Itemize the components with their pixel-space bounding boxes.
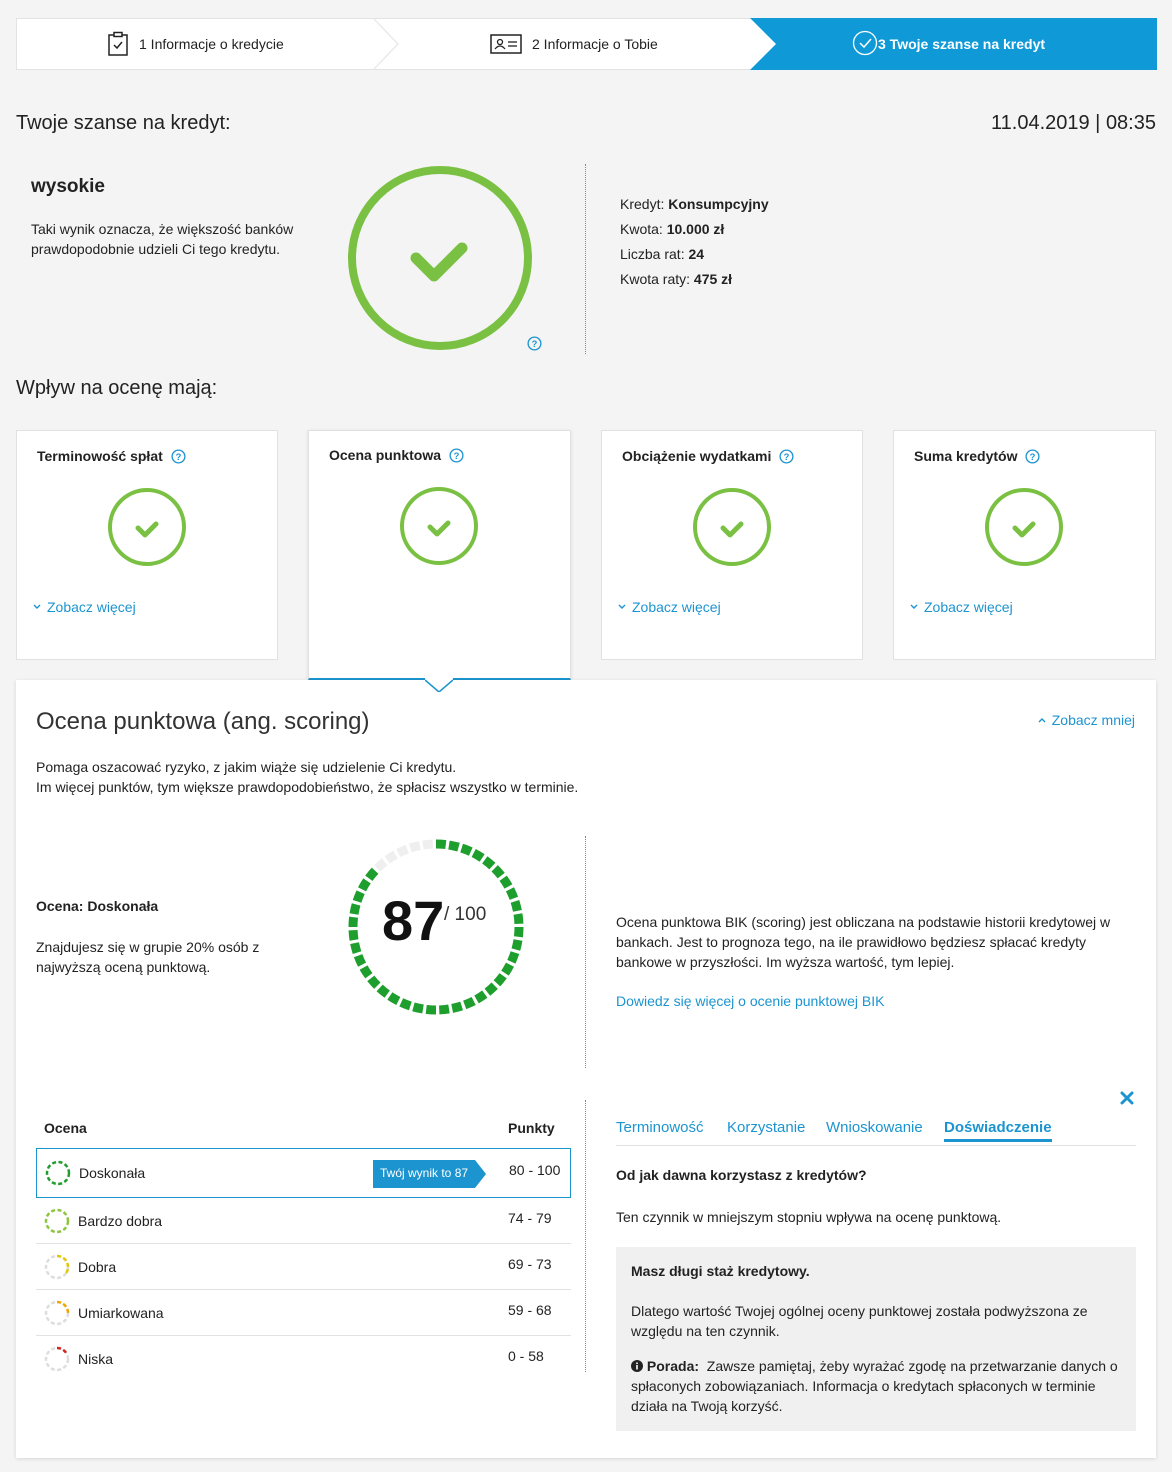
svg-text:?: ? [175,452,181,462]
rating-points: 59 - 68 [508,1302,552,1318]
help-icon[interactable]: ? [449,447,464,463]
chevron-down-icon [33,604,41,609]
check-circle-icon [852,30,878,59]
divider [585,836,586,1068]
success-check-icon [985,488,1063,566]
rating-name: Niska [78,1350,114,1367]
step-label: 1 Informacje o kredycie [139,36,284,52]
col-header-points: Punkty [508,1120,555,1136]
info-icon [631,1360,643,1372]
score-max: / 100 [444,904,487,925]
dashed-ring-icon [45,1160,71,1186]
scale-row-umiarkowana: Umiarkowana 59 - 68 [36,1289,571,1335]
tip-label: Porada: [646,1358,700,1374]
tip-text: Porada: Zawsze pamiętaj, żeby wyrażać zg… [631,1358,1118,1414]
result-description: Taki wynik oznacza, że większość banków … [31,221,294,257]
rating-points: 0 - 58 [508,1348,544,1364]
success-check-icon [108,488,186,566]
rating-label: Ocena: Doskonała [36,898,159,914]
detail-row: Kwota: 10.000 zł [620,221,725,237]
help-icon[interactable]: ? [527,336,542,351]
score-value: 87 [382,889,445,952]
panel-pointer [425,672,453,692]
datetime: 11.04.2019 | 08:35 [991,112,1156,134]
divider [585,1100,586,1372]
dashed-ring-icon [44,1208,70,1234]
your-score-badge-text: Twój wynik to 87 [380,1166,469,1180]
success-check-icon [400,487,478,565]
svg-text:?: ? [454,451,460,461]
scale-row-doskonala: Doskonała Twój wynik to 87 80 - 100 [36,1148,571,1198]
dashed-ring-icon [44,1300,70,1326]
bik-description: Ocena punktowa BIK (scoring) jest oblicz… [616,914,1111,970]
step-separator [373,19,399,69]
divider [585,164,586,354]
rating-points: 74 - 79 [508,1210,552,1226]
panel-title: Ocena punktowa (ang. scoring) [36,708,370,735]
see-more-link[interactable]: Zobacz więcej [618,599,721,615]
card-title: Terminowość spłat [37,448,163,464]
help-icon[interactable]: ? [1025,448,1041,464]
see-more-link[interactable]: Zobacz więcej [33,599,136,615]
factor-impact: Ten czynnik w mniejszym stopniu wpływa n… [616,1209,1002,1225]
detail-row: Kwota raty: 475 zł [620,271,733,287]
rating-description: Znajdujesz się w grupie 20% osób z najwy… [36,939,260,975]
big-success-check-icon [348,166,532,350]
id-card-icon [490,34,522,54]
bik-learn-more-link[interactable]: Dowiedz się więcej o ocenie punktowej BI… [616,993,884,1009]
card-title: Suma kredytów [914,448,1018,464]
scale-row-dobra: Dobra 69 - 73 [36,1243,571,1289]
dashed-ring-icon [44,1346,70,1372]
step-chances[interactable]: 3 Twoje szanse na kredyt [852,19,1045,69]
factor-card-terminowosc[interactable]: Terminowość spłat ? Zobacz więcej [16,430,278,660]
scale-row-bardzo-dobra: Bardzo dobra 74 - 79 [36,1198,571,1244]
dashed-ring-icon [44,1254,70,1280]
help-icon[interactable]: ? [171,448,186,464]
factor-card-suma-kredytow[interactable]: Suma kredytów ? Zobacz więcej [893,430,1156,660]
step-label: 2 Informacje o Tobie [532,36,658,52]
credit-details: Kredyt: Konsumpcyjny Kwota: 10.000 zł Li… [620,192,769,292]
svg-text:?: ? [532,339,538,349]
info-box-title: Masz długi staż kredytowy. [631,1263,810,1279]
step-credit-info[interactable]: 1 Informacje o kredycie [107,19,284,69]
detail-row: Liczba rat: 24 [620,246,705,262]
step-label: 3 Twoje szanse na kredyt [878,36,1046,52]
card-title: Obciążenie wydatkami [622,448,772,464]
factor-question: Od jak dawna korzystasz z kredytów? [616,1167,867,1183]
chevron-up-icon [1038,718,1046,723]
progress-stepper: 1 Informacje o kredycie 2 Informacje o T… [16,18,1157,70]
factor-card-obciazenie[interactable]: Obciążenie wydatkami ? Zobacz więcej [601,430,863,660]
factor-card-ocena-punktowa[interactable]: Ocena punktowa ? [308,430,571,680]
rating-name: Doskonała [79,1165,146,1181]
success-check-icon [693,488,771,566]
col-header-rating: Ocena [44,1120,87,1136]
svg-text:?: ? [1030,452,1036,462]
info-box-text: Dlatego wartość Twojej ogólnej oceny pun… [631,1303,1088,1339]
close-icon[interactable] [1120,1091,1134,1105]
chances-heading: Twoje szanse na kredyt: [16,112,231,134]
rating-points: 69 - 73 [508,1256,552,1272]
scale-row-niska: Niska 0 - 58 [36,1335,571,1381]
chevron-down-icon [618,604,626,609]
tabs-underline [616,1145,1136,1146]
factors-heading: Wpływ na ocenę mają: [16,377,218,399]
svg-text:?: ? [784,452,790,462]
clipboard-check-icon [107,31,129,57]
step-about-you[interactable]: 2 Informacje o Tobie [490,19,658,69]
see-less-link[interactable]: Zobacz mniej [1038,712,1135,728]
rating-name: Dobra [78,1258,117,1275]
chevron-down-icon [910,604,918,609]
rating-name: Umiarkowana [78,1304,164,1321]
result-label: wysokie [31,176,105,197]
card-title: Ocena punktowa [329,447,442,463]
detail-row: Kredyt: Konsumpcyjny [620,196,769,212]
help-icon[interactable]: ? [779,448,794,464]
rating-name: Bardzo dobra [78,1213,163,1229]
see-more-link[interactable]: Zobacz więcej [910,599,1013,615]
rating-points: 80 - 100 [509,1162,561,1178]
panel-description: Pomaga oszacować ryzyko, z jakim wiąże s… [36,759,579,795]
